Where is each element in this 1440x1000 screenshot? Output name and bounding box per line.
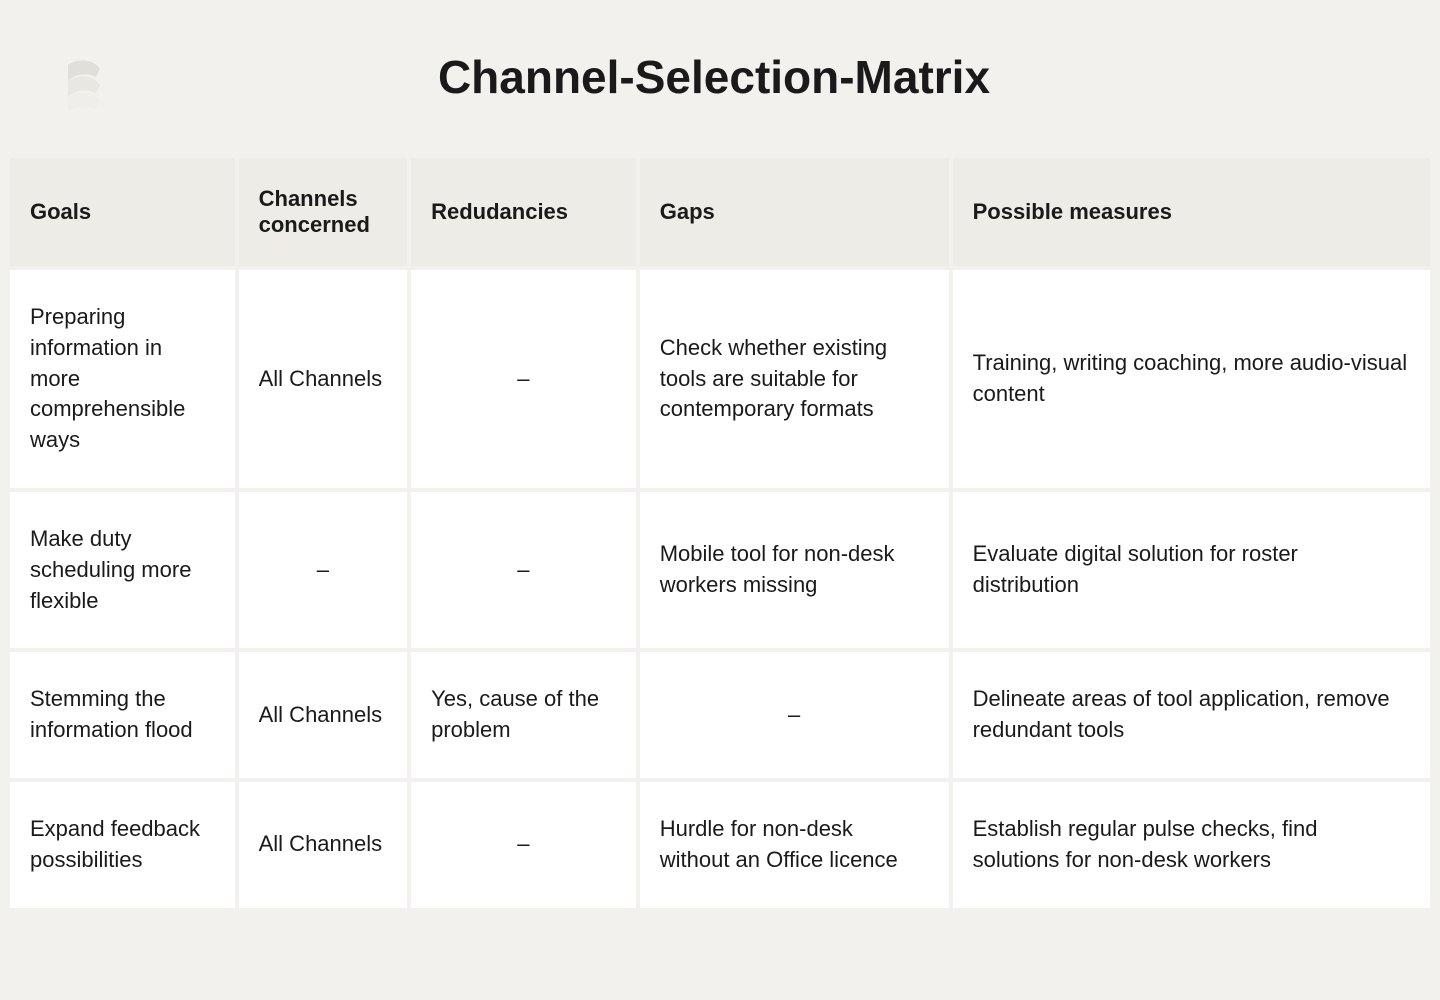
cell-channels: All Channels <box>239 782 407 908</box>
cell-goals: Expand feedback possibilities <box>10 782 235 908</box>
header-redundancies: Redudancies <box>411 158 636 266</box>
table-row: Preparing information in more comprehens… <box>10 270 1430 488</box>
cell-gaps: Mobile tool for non-desk workers missing <box>640 492 949 648</box>
cell-gaps: Check whether existing tools are suitabl… <box>640 270 949 488</box>
cell-channels: All Channels <box>239 652 407 778</box>
cell-measures: Training, writing coaching, more audio-v… <box>953 270 1430 488</box>
cell-goals: Stemming the information flood <box>10 652 235 778</box>
cell-redundancies: – <box>411 782 636 908</box>
page-title: Channel-Selection-Matrix <box>148 50 1280 104</box>
header-gaps: Gaps <box>640 158 949 266</box>
cell-measures: Delineate areas of tool application, rem… <box>953 652 1430 778</box>
cell-goals: Preparing information in more comprehens… <box>10 270 235 488</box>
cell-redundancies: – <box>411 492 636 648</box>
cell-channels: – <box>239 492 407 648</box>
cell-measures: Evaluate digital solution for roster dis… <box>953 492 1430 648</box>
table-row: Make duty scheduling more flexible – – M… <box>10 492 1430 648</box>
matrix-table: Goals Channels concerned Redudancies Gap… <box>6 154 1434 912</box>
table-header-row: Goals Channels concerned Redudancies Gap… <box>10 158 1430 266</box>
logo-icon <box>60 53 108 101</box>
header-channels: Channels concerned <box>239 158 407 266</box>
cell-redundancies: – <box>411 270 636 488</box>
cell-channels: All Channels <box>239 270 407 488</box>
header-measures: Possible measures <box>953 158 1430 266</box>
table-row: Expand feedback possibilities All Channe… <box>10 782 1430 908</box>
header: Channel-Selection-Matrix <box>0 0 1440 154</box>
cell-measures: Establish regular pulse checks, find sol… <box>953 782 1430 908</box>
cell-goals: Make duty scheduling more flexible <box>10 492 235 648</box>
header-goals: Goals <box>10 158 235 266</box>
cell-gaps: Hurdle for non-desk without an Office li… <box>640 782 949 908</box>
table-row: Stemming the information flood All Chann… <box>10 652 1430 778</box>
matrix-table-container: Goals Channels concerned Redudancies Gap… <box>0 154 1440 912</box>
cell-gaps: – <box>640 652 949 778</box>
cell-redundancies: Yes, cause of the problem <box>411 652 636 778</box>
